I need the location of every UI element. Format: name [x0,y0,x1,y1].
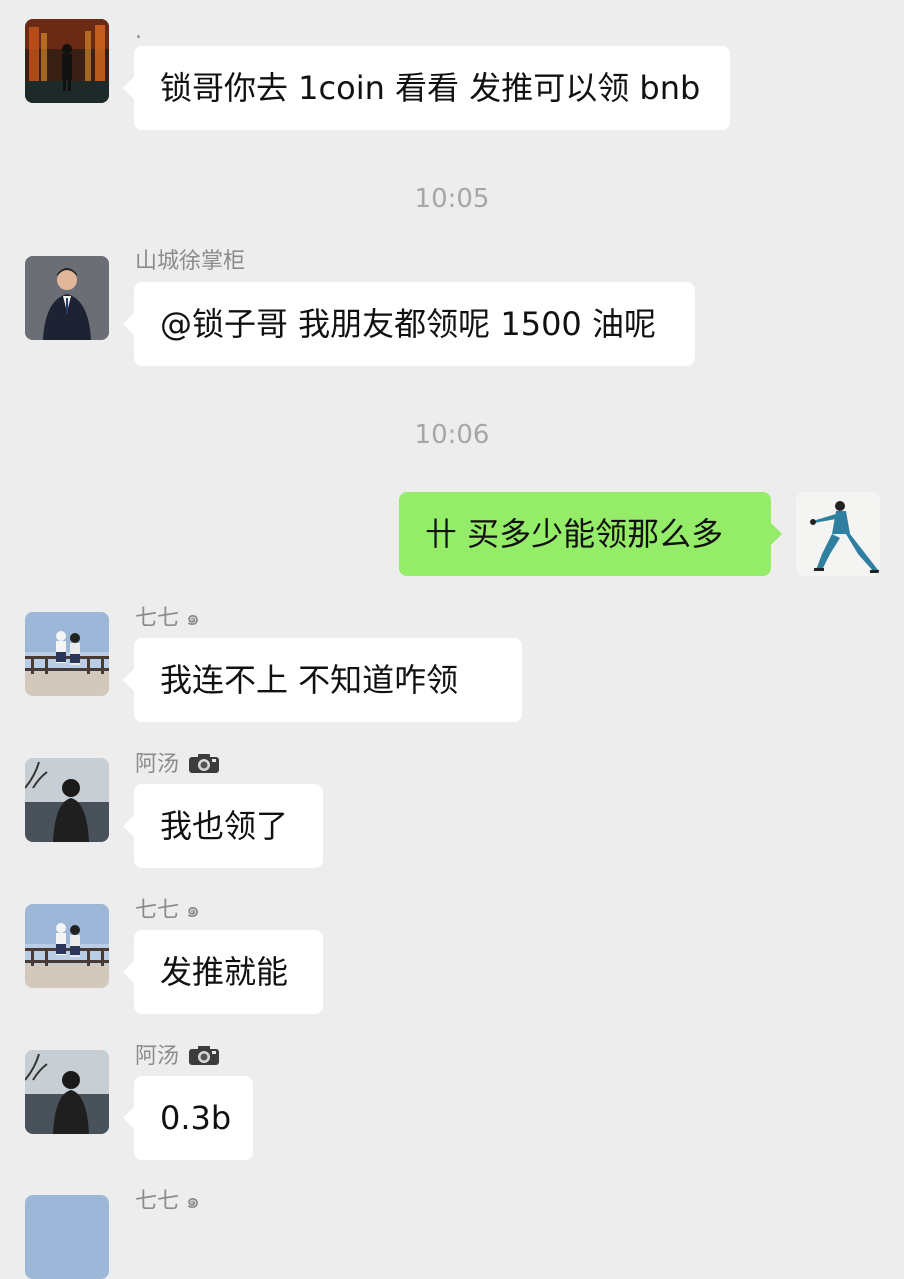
avatar[interactable] [25,1195,109,1279]
camera-icon [189,1046,220,1065]
bubble-tail [123,960,135,984]
message-bubble[interactable]: 我连不上 不知道咋领 [123,638,522,722]
avatar[interactable] [25,904,109,988]
message-text: 0.3b [160,1099,232,1137]
message-text: 我也领了 [160,807,289,845]
sender-name: 阿汤 [135,751,220,779]
bubble-tail [123,1106,135,1130]
bubble-tail [770,522,782,546]
avatar[interactable] [25,19,109,103]
sender-name: 阿汤 [135,1043,220,1071]
message-text: 我连不上 不知道咋领 [160,661,459,699]
sender-name: . [135,19,142,44]
message-text: 发推就能 [160,953,289,991]
avatar[interactable] [25,758,109,842]
message-bubble[interactable]: 0.3b [123,1076,253,1160]
timestamp: 10:05 [414,184,490,214]
message-text: @锁子哥 我朋友都领呢 1500 油呢 [160,305,656,343]
timestamp: 10:06 [414,420,490,450]
sender-name: 七七 ๑ [135,1189,200,1214]
avatar[interactable] [25,612,109,696]
bubble-tail [123,668,135,692]
message-bubble[interactable]: 卄 买多少能领那么多 [399,492,782,576]
bubble-tail [123,814,135,838]
sender-name: 山城徐掌柜 [135,249,246,274]
message-bubble[interactable]: 我也领了 [123,784,323,868]
message-text: 卄 买多少能领那么多 [425,515,724,553]
message-bubble[interactable]: @锁子哥 我朋友都领呢 1500 油呢 [123,282,695,366]
message-text: 锁哥你去 1coin 看看 发推可以领 bnb [160,69,701,107]
avatar[interactable] [25,256,109,340]
message-bubble[interactable]: 发推就能 [123,930,323,1014]
avatar[interactable] [25,1050,109,1134]
bubble-tail [123,76,135,100]
avatar[interactable] [796,492,880,576]
message-bubble[interactable]: 锁哥你去 1coin 看看 发推可以领 bnb [123,46,730,130]
camera-icon [189,754,220,773]
sender-name: 七七 ๑ [135,898,200,923]
sender-name: 七七 ๑ [135,606,200,631]
bubble-tail [123,312,135,336]
